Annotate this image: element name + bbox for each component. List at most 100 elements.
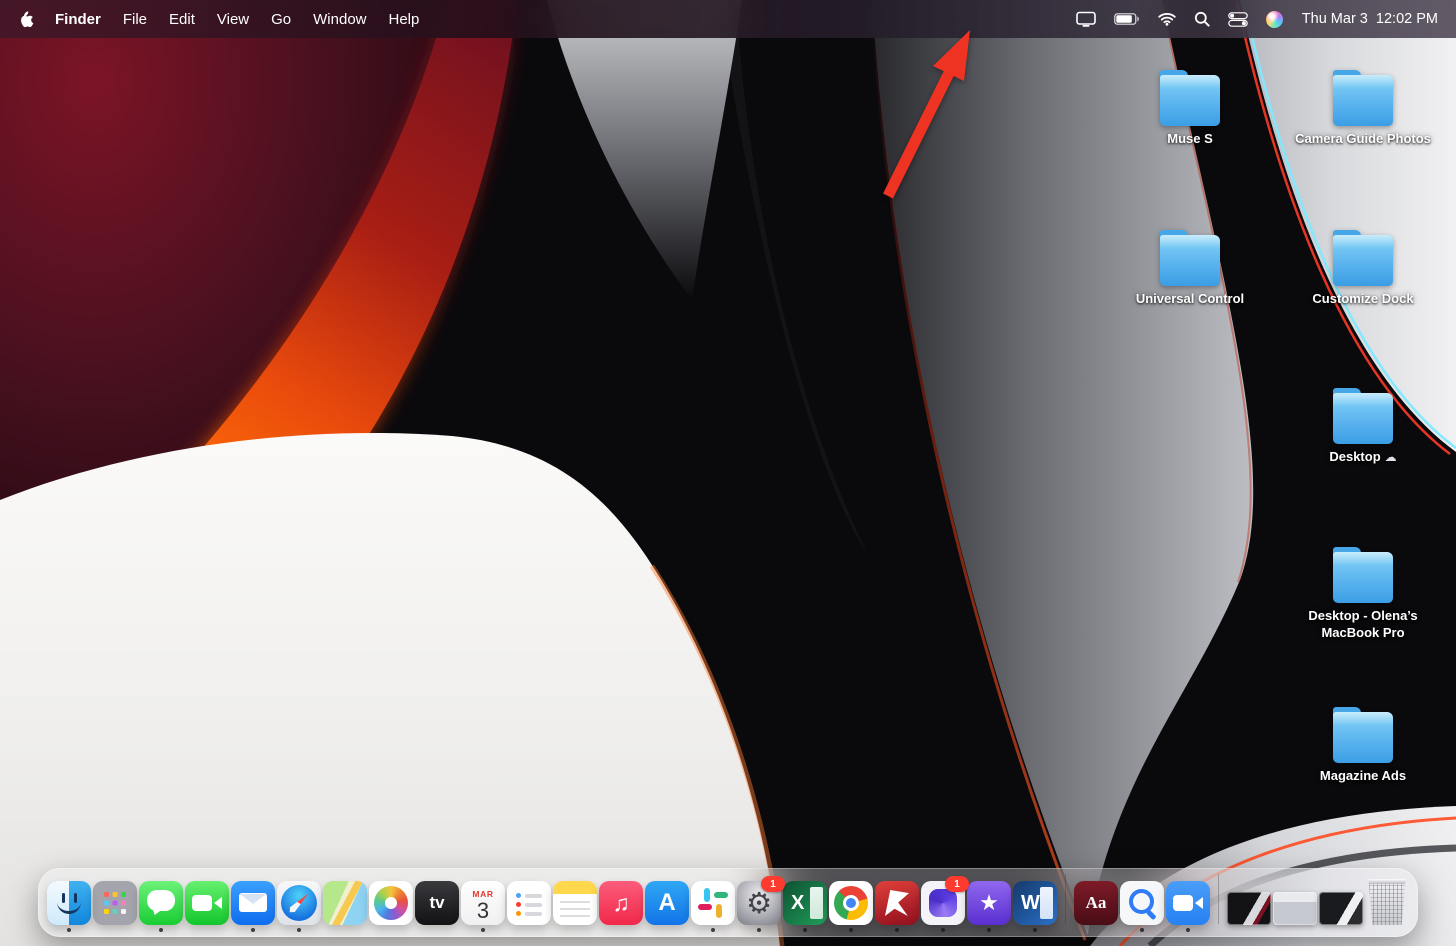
running-indicator <box>1385 928 1389 932</box>
dock-divider-1 <box>1065 874 1066 924</box>
spotlight-search-icon[interactable] <box>1185 11 1219 27</box>
mail-app-icon <box>231 881 275 925</box>
capture-app-icon <box>875 881 919 925</box>
dock-app-facetime[interactable] <box>185 881 229 932</box>
control-center-icon[interactable] <box>1219 11 1257 27</box>
reminders-glyph <box>507 881 551 925</box>
dock-app-mail[interactable] <box>231 881 275 932</box>
dock-app-notes[interactable] <box>553 881 597 932</box>
folder-icon <box>1326 70 1400 126</box>
desktop-folder-desktop[interactable]: Desktop ☁ <box>1288 388 1438 466</box>
desktop-folder-muse-s[interactable]: Muse S <box>1135 70 1245 148</box>
dock-app-photos[interactable] <box>369 881 413 932</box>
minimized-window-3[interactable] <box>1319 881 1363 932</box>
photos-app-icon <box>369 881 413 925</box>
appletv-app-icon: tv <box>415 881 459 925</box>
menu-edit[interactable]: Edit <box>158 11 206 28</box>
notification-badge: 1 <box>945 876 969 892</box>
running-indicator <box>1293 928 1297 932</box>
dock-app-appletv[interactable]: tv <box>415 881 459 932</box>
excel-glyph: X <box>783 881 827 925</box>
dock-app-settings[interactable]: ⚙ 1 <box>737 876 785 932</box>
battery-icon[interactable] <box>1105 13 1149 25</box>
running-indicator <box>1033 928 1037 932</box>
dock-app-launchpad[interactable] <box>93 881 137 932</box>
desktop-folder-customize-dock[interactable]: Customize Dock <box>1288 230 1438 308</box>
desktop-folder-magazine-ads[interactable]: Magazine Ads <box>1288 707 1438 785</box>
folder-icon <box>1153 230 1227 286</box>
running-indicator <box>803 928 807 932</box>
running-indicator <box>1247 928 1251 932</box>
desktop-folder-desktop-olena-s-macbook-pro[interactable]: Desktop - Olena’s MacBook Pro <box>1285 547 1441 642</box>
running-indicator <box>113 928 117 932</box>
running-indicator <box>573 928 577 932</box>
running-indicator <box>1339 928 1343 932</box>
running-indicator <box>941 928 945 932</box>
dock-app-maps[interactable] <box>323 881 367 932</box>
running-indicator <box>757 928 761 932</box>
apple-logo-icon <box>21 10 34 27</box>
menu-bar-left: Finder File Edit View Go Window Help <box>14 11 430 28</box>
dock-app-chrome[interactable] <box>829 881 873 932</box>
dock-app-magnifier[interactable] <box>1120 881 1164 932</box>
dock-app-music[interactable]: ♫ <box>599 881 643 932</box>
minimized-window-thumbnail <box>1319 892 1363 925</box>
menu-bar-status: Thu Mar 3 12:02 PM <box>1067 10 1442 28</box>
wifi-icon[interactable] <box>1149 12 1185 26</box>
messages-app-icon <box>139 881 183 925</box>
running-indicator <box>481 928 485 932</box>
menu-help[interactable]: Help <box>378 11 431 28</box>
music-app-icon: ♫ <box>599 881 643 925</box>
reminders-app-icon <box>507 881 551 925</box>
dock-app-zoom[interactable] <box>1166 881 1210 932</box>
chrome-glyph <box>834 886 868 920</box>
running-indicator <box>711 928 715 932</box>
folder-label: Magazine Ads <box>1319 768 1407 783</box>
dock-app-messages[interactable] <box>139 881 183 932</box>
desktop-folder-camera-guide-photos[interactable]: Camera Guide Photos <box>1288 70 1438 148</box>
desktop-folder-universal-control[interactable]: Universal Control <box>1108 230 1272 308</box>
dock-app-fonts[interactable]: Aa <box>1074 881 1118 932</box>
dock-app-slack[interactable] <box>691 881 735 932</box>
running-indicator <box>665 928 669 932</box>
slack-app-icon <box>691 881 735 925</box>
trash[interactable] <box>1365 879 1409 932</box>
running-indicator <box>389 928 393 932</box>
dock-app-safari[interactable] <box>277 881 321 932</box>
apple-menu[interactable] <box>14 10 44 28</box>
dock-app-excel[interactable]: X <box>783 881 827 932</box>
folder-label: Muse S <box>1167 131 1213 146</box>
screen-mirroring-icon[interactable] <box>1067 11 1105 27</box>
dock-app-star[interactable]: ★ <box>967 881 1011 932</box>
siri-icon[interactable] <box>1257 10 1292 28</box>
folder-icon <box>1153 70 1227 126</box>
facetime-glyph <box>185 881 229 925</box>
running-indicator <box>1094 928 1098 932</box>
minimized-window-thumbnail <box>1273 892 1317 925</box>
dock-app-appstore[interactable]: A <box>645 881 689 932</box>
menu-go[interactable]: Go <box>260 11 302 28</box>
menu-file[interactable]: File <box>112 11 158 28</box>
dock-app-capture[interactable] <box>875 881 919 932</box>
dock: tv MAR 3 ♫ A ⚙ 1 X 1 ★ W Aa <box>38 868 1418 937</box>
dock-app-calendar[interactable]: MAR 3 <box>461 881 505 932</box>
magnifier-glyph <box>1120 881 1164 925</box>
running-indicator <box>67 928 71 932</box>
zoom-glyph <box>1166 881 1210 925</box>
active-app-menu[interactable]: Finder <box>44 11 112 28</box>
finder-glyph <box>47 881 91 925</box>
dock-app-reminders[interactable] <box>507 881 551 932</box>
dock-app-purple[interactable]: 1 <box>921 876 969 932</box>
folder-label: Desktop ☁ <box>1329 449 1397 464</box>
minimized-window-2[interactable] <box>1273 881 1317 932</box>
minimized-window-1[interactable] <box>1227 881 1271 932</box>
dock-app-finder[interactable] <box>47 881 91 932</box>
menu-view[interactable]: View <box>206 11 260 28</box>
folder-icon <box>1326 388 1400 444</box>
running-indicator <box>159 928 163 932</box>
menu-window[interactable]: Window <box>302 11 377 28</box>
menu-bar-clock[interactable]: Thu Mar 3 12:02 PM <box>1292 11 1442 27</box>
trash-icon <box>1368 879 1406 925</box>
finder-app-icon <box>47 881 91 925</box>
dock-app-word[interactable]: W <box>1013 881 1057 932</box>
